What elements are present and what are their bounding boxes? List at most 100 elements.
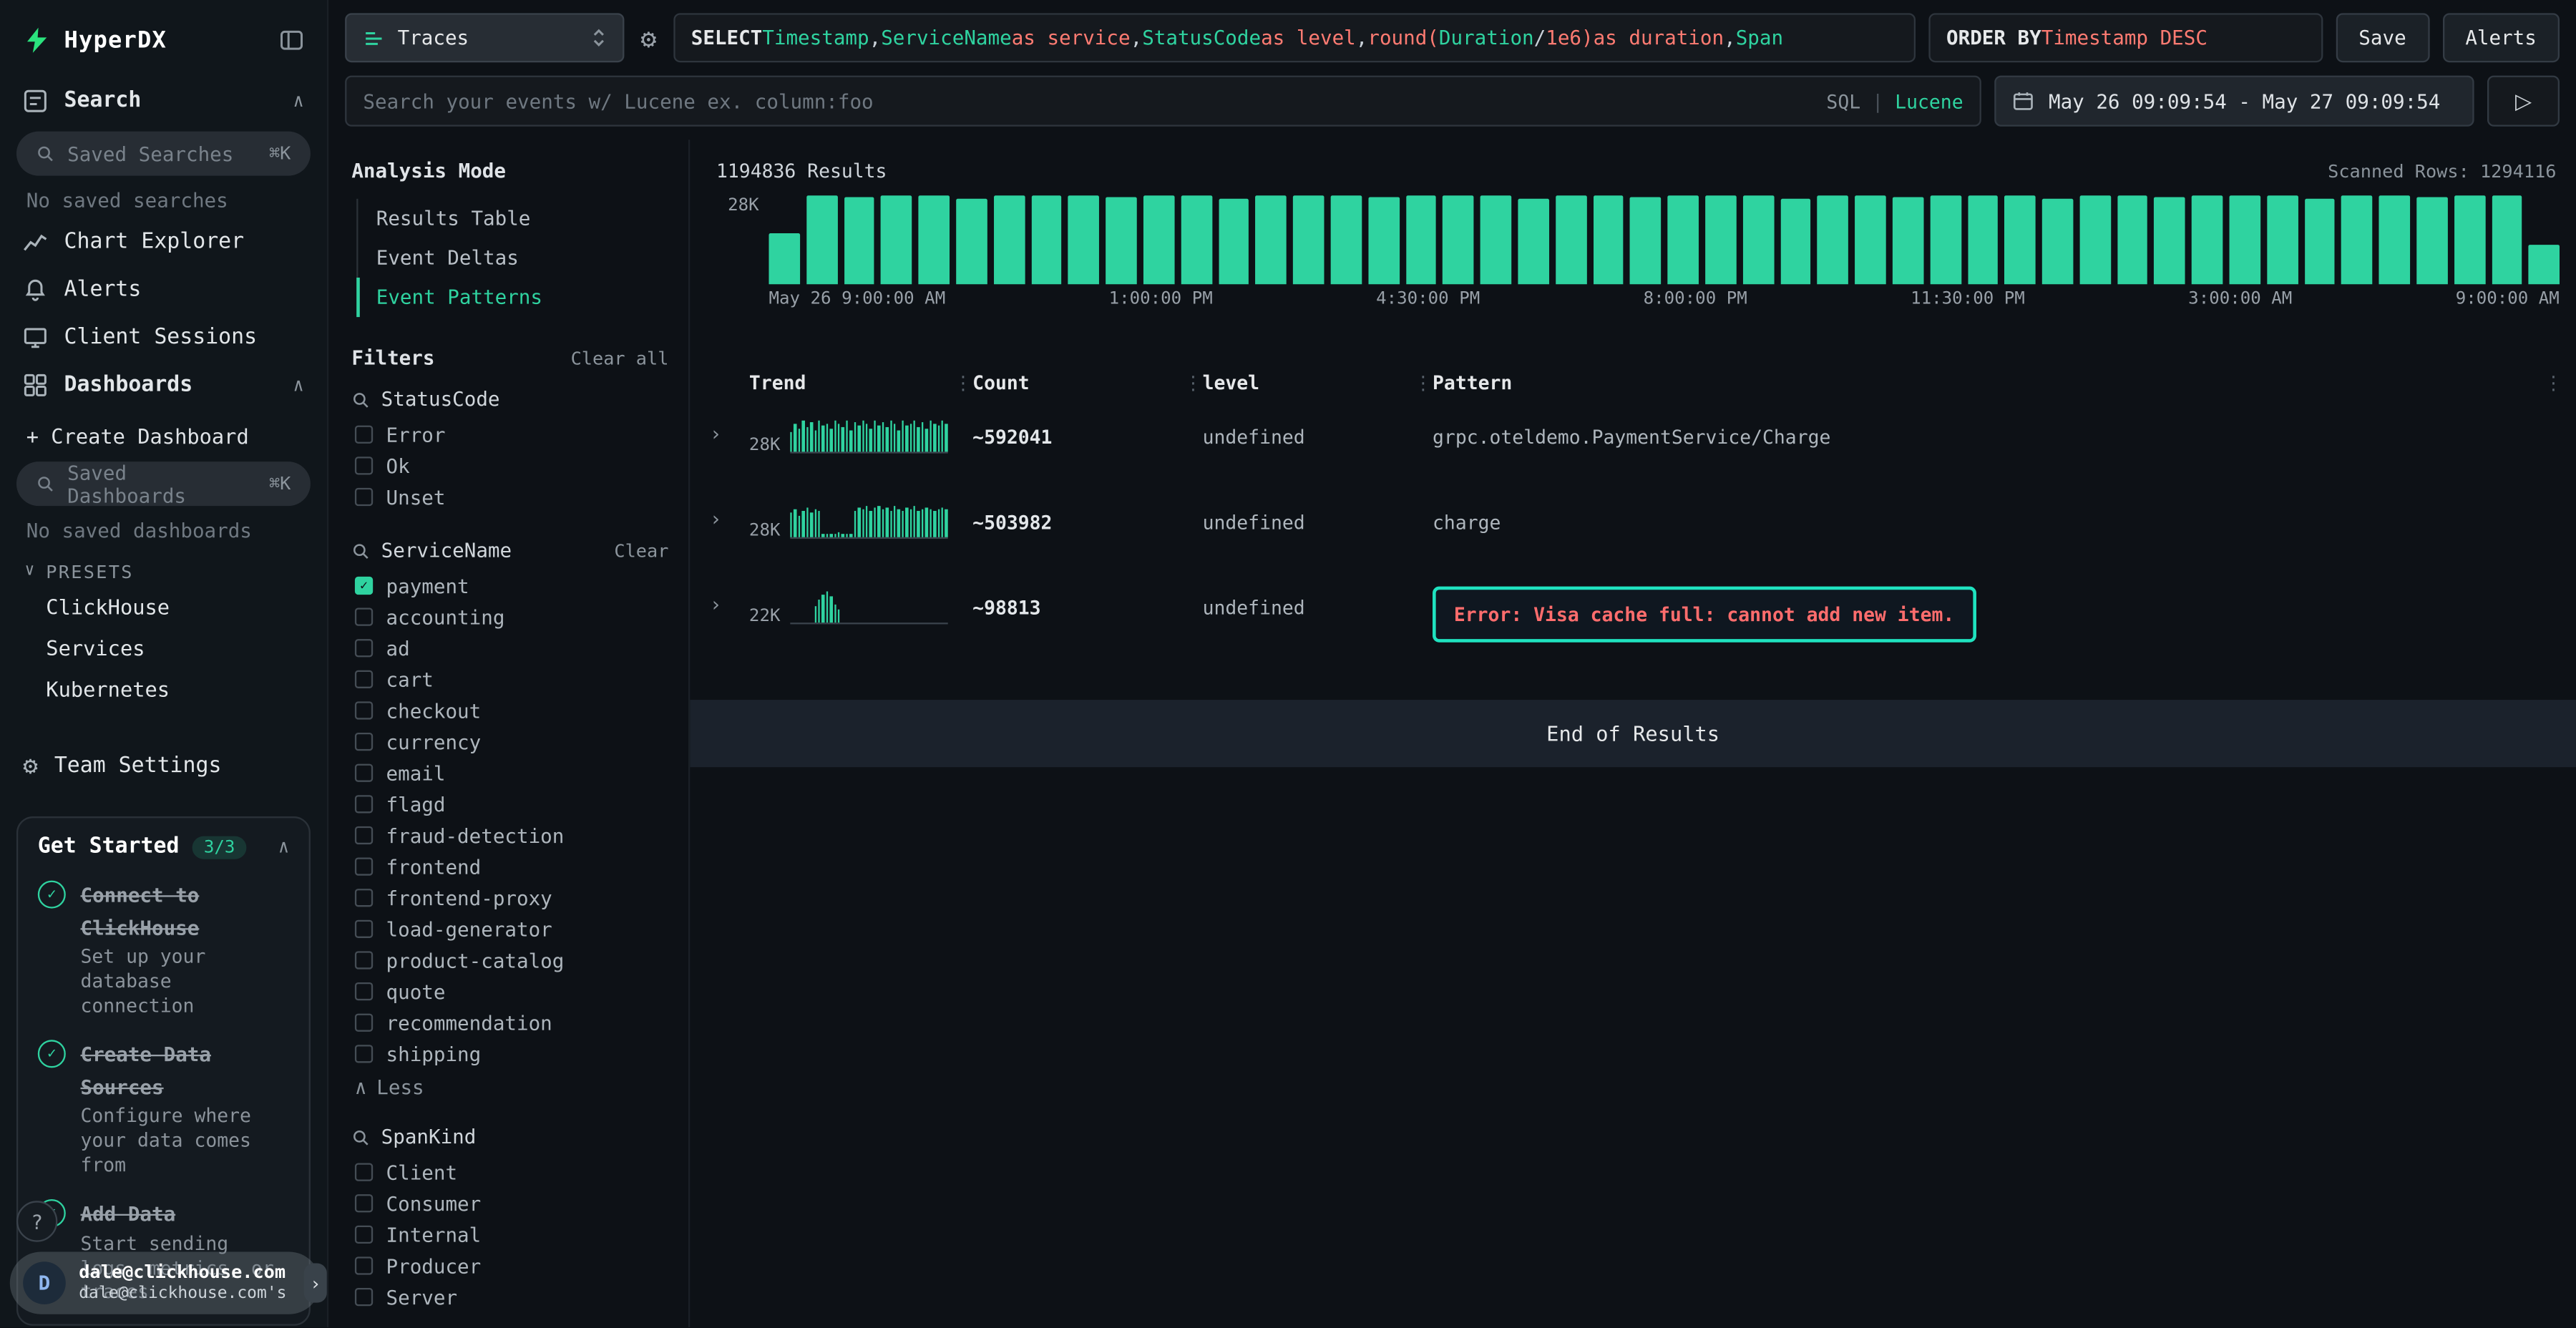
mode-event-deltas[interactable]: Event Deltas [356, 238, 668, 278]
sidebar-item-chart-explorer[interactable]: Chart Explorer [0, 218, 327, 266]
checkbox[interactable] [355, 857, 373, 875]
chevron-up-icon[interactable]: ∧ [278, 836, 289, 858]
order-by-editor[interactable]: ORDER BY Timestamp DESC [1928, 13, 2323, 62]
filter-option-recommendation[interactable]: recommendation [351, 1007, 668, 1038]
get-started-step[interactable]: ✓ Create Data Sources Configure where yo… [38, 1037, 289, 1178]
filter-option-Consumer[interactable]: Consumer [351, 1188, 668, 1219]
filter-option-shipping[interactable]: shipping [351, 1038, 668, 1070]
filter-option-product-catalog[interactable]: product-catalog [351, 944, 668, 976]
checkbox[interactable] [355, 1045, 373, 1063]
filter-option-Internal[interactable]: Internal [351, 1219, 668, 1251]
checkbox[interactable] [355, 920, 373, 938]
pattern-row[interactable]: ›22K~98813undefinedError: Visa cache ful… [690, 592, 2576, 651]
alerts-button[interactable]: Alerts [2442, 13, 2560, 62]
checkbox[interactable] [355, 733, 373, 751]
filter-option-Ok[interactable]: Ok [351, 450, 668, 482]
run-query-button[interactable]: ▷ [2487, 76, 2560, 127]
checkbox[interactable] [355, 1163, 373, 1181]
checkbox[interactable] [355, 1288, 373, 1306]
source-settings-gear-icon[interactable]: ⚙ [638, 22, 660, 54]
saved-searches-input[interactable]: Saved Searches ⌘K [16, 132, 311, 176]
filter-option-cart[interactable]: cart [351, 664, 668, 695]
column-menu-icon[interactable]: ⋮ [954, 371, 972, 394]
checkbox[interactable] [355, 982, 373, 1000]
sidebar-item-search[interactable]: Search ∧ [0, 77, 327, 125]
preset-kubernetes[interactable]: Kubernetes [0, 668, 327, 709]
get-started-step[interactable]: ✓ Connect to ClickHouse Set up your data… [38, 877, 289, 1018]
column-menu-icon[interactable]: ⋮ [1414, 371, 1433, 394]
filter-option-fraud-detection[interactable]: fraud-detection [351, 820, 668, 851]
filter-option-Client[interactable]: Client [351, 1156, 668, 1188]
checkbox[interactable] [355, 607, 373, 625]
save-button[interactable]: Save [2336, 13, 2429, 62]
chevron-right-icon[interactable]: › [304, 1264, 327, 1303]
mode-event-patterns[interactable]: Event Patterns [356, 278, 668, 317]
help-button[interactable]: ? [16, 1201, 57, 1241]
checkbox[interactable] [355, 826, 373, 844]
preset-services[interactable]: Services [0, 628, 327, 668]
sidebar-collapse-icon[interactable] [279, 28, 303, 52]
checkbox[interactable]: ✓ [355, 577, 373, 595]
saved-dashboards-input[interactable]: Saved Dashboards ⌘K [16, 462, 311, 506]
clear-all-filters-link[interactable]: Clear all [571, 348, 669, 369]
filter-option-Error[interactable]: Error [351, 419, 668, 450]
checkbox[interactable] [355, 1194, 373, 1212]
filter-option-email[interactable]: email [351, 757, 668, 788]
filter-option-flagd[interactable]: flagd [351, 788, 668, 820]
row-expand-chevron[interactable]: › [710, 592, 749, 616]
checkbox[interactable] [355, 1256, 373, 1274]
histogram-bars[interactable] [769, 195, 2560, 284]
filter-option-Producer[interactable]: Producer [351, 1250, 668, 1281]
filter-option-frontend-proxy[interactable]: frontend-proxy [351, 882, 668, 914]
preset-clickhouse[interactable]: ClickHouse [0, 587, 327, 628]
filter-option-frontend[interactable]: frontend [351, 851, 668, 882]
sidebar-item-dashboards[interactable]: Dashboards ∧ [0, 361, 327, 409]
filter-option-accounting[interactable]: accounting [351, 601, 668, 633]
filter-option-checkout[interactable]: checkout [351, 695, 668, 726]
checkbox[interactable] [355, 426, 373, 444]
checkbox[interactable] [355, 889, 373, 907]
filter-group-header[interactable]: StatusCode [351, 383, 668, 419]
source-selector[interactable]: Traces [345, 13, 624, 62]
sidebar-item-client-sessions[interactable]: Client Sessions [0, 314, 327, 362]
search-input-wrap[interactable]: SQL | Lucene [345, 76, 1981, 127]
row-expand-chevron[interactable]: › [710, 506, 749, 530]
filter-option-load-generator[interactable]: load-generator [351, 914, 668, 945]
checkbox[interactable] [355, 795, 373, 813]
mode-results-table[interactable]: Results Table [356, 199, 668, 238]
user-account-chip[interactable]: D dale@clickhouse.com dale@clickhouse.co… [10, 1251, 321, 1314]
row-expand-chevron[interactable]: › [710, 421, 749, 445]
sidebar-item-team-settings[interactable]: ⚙ Team Settings [0, 743, 327, 791]
sidebar-item-alerts[interactable]: Alerts [0, 266, 327, 314]
filter-option-Unset[interactable]: Unset [351, 482, 668, 513]
date-range-picker[interactable]: May 26 09:09:54 - May 27 09:09:54 [1994, 76, 2474, 127]
presets-section-header[interactable]: ∨ PRESETS [0, 549, 327, 587]
filter-group-header[interactable]: ServiceNameClear [351, 534, 668, 570]
filter-group-header[interactable]: SpanKind [351, 1120, 668, 1157]
sql-toggle[interactable]: SQL [1826, 89, 1860, 112]
sql-query-editor[interactable]: SELECT Timestamp, ServiceName as service… [673, 13, 1915, 62]
create-dashboard-button[interactable]: + Create Dashboard [0, 409, 327, 455]
pattern-row[interactable]: ›28K~503982undefinedcharge [690, 506, 2576, 565]
checkbox[interactable] [355, 456, 373, 474]
filter-option-Server[interactable]: Server [351, 1281, 668, 1313]
filter-option-payment[interactable]: ✓payment [351, 570, 668, 602]
pattern-row[interactable]: ›28K~592041undefinedgrpc.oteldemo.Paymen… [690, 421, 2576, 480]
checkbox[interactable] [355, 670, 373, 688]
filter-clear-link[interactable]: Clear [614, 540, 668, 561]
filter-option-currency[interactable]: currency [351, 726, 668, 758]
show-less-link[interactable]: ∧Less [351, 1070, 668, 1099]
checkbox[interactable] [355, 1014, 373, 1032]
checkbox[interactable] [355, 701, 373, 719]
column-menu-icon[interactable]: ⋮ [1184, 371, 1202, 394]
results-histogram[interactable]: 28K [690, 182, 2576, 284]
lucene-toggle[interactable]: Lucene [1895, 89, 1963, 112]
filter-option-ad[interactable]: ad [351, 633, 668, 664]
checkbox[interactable] [355, 639, 373, 657]
search-input[interactable] [363, 89, 1826, 112]
checkbox[interactable] [355, 951, 373, 969]
checkbox[interactable] [355, 488, 373, 506]
checkbox[interactable] [355, 1226, 373, 1244]
checkbox[interactable] [355, 764, 373, 782]
filter-option-quote[interactable]: quote [351, 976, 668, 1007]
